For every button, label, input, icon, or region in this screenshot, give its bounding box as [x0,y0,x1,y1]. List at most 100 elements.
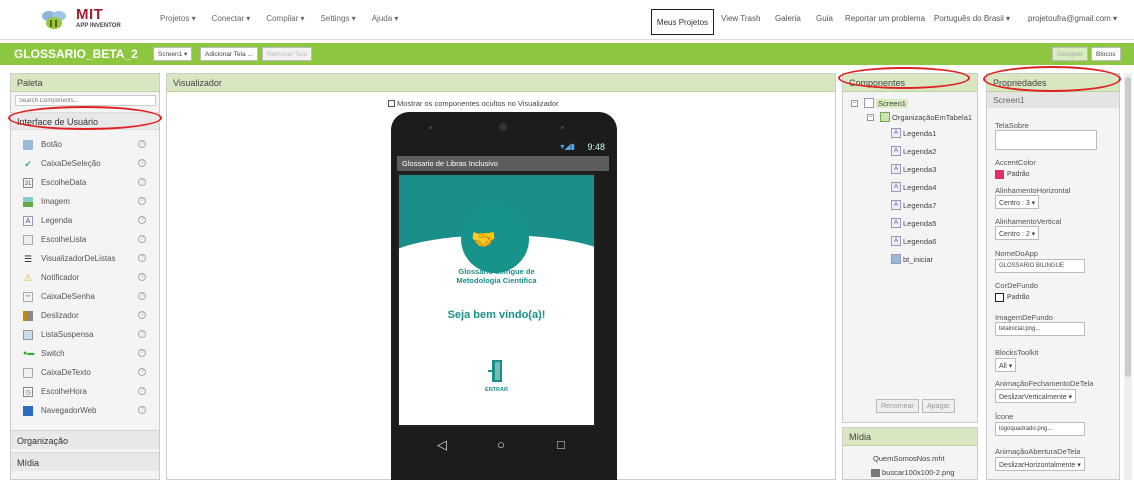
open-animation-select[interactable]: DeslizarHorizontalmente ▾ [995,457,1085,471]
menu-settings[interactable]: Settings ▾ [321,14,356,23]
section-organizacao[interactable]: Organização [11,430,159,449]
close-animation-select[interactable]: DeslizarVerticalmente ▾ [995,389,1077,403]
tree-item-legenda4[interactable]: A Legenda4 [891,182,936,192]
blocks-button[interactable]: Blocos [1091,47,1121,61]
media-file[interactable]: QuemSomosNos.mht [873,454,945,463]
collapse-icon[interactable]: − [851,99,858,107]
page-scrollbar[interactable] [1124,73,1132,480]
help-icon[interactable]: ? [138,406,146,414]
tree-item-legenda2[interactable]: A Legenda2 [891,146,936,156]
app-title-line1: Glossário bilíngue de [458,267,535,276]
link-view-trash[interactable]: View Trash [721,14,760,23]
bg-image-picker[interactable]: telainicial.png... [995,322,1085,336]
app-screen[interactable]: 🤝 Glossário bilíngue de Metodologia Cien… [397,173,596,427]
language-select[interactable]: Português do Brasil ▾ [934,14,1010,23]
help-icon[interactable]: ? [138,159,146,167]
tree-item-legenda1[interactable]: A Legenda1 [891,128,936,138]
help-icon[interactable]: ? [138,368,146,376]
section-midia[interactable]: Mídia [11,452,159,471]
checkbox-icon[interactable] [388,100,395,107]
palette-item-datepicker[interactable]: 31 EscolheData ? [11,174,159,192]
tree-item-legenda7[interactable]: A Legenda7 [891,200,936,210]
account-menu[interactable]: projetoufra@gmail.com ▾ [1028,14,1117,23]
component-search-input[interactable] [15,95,156,106]
palette-item-webviewer[interactable]: NavegadorWeb ? [11,402,159,420]
help-icon[interactable]: ? [138,273,146,281]
blocks-toolkit-select[interactable]: All ▾ [995,358,1017,372]
align-horizontal-select[interactable]: Centro : 3 ▾ [995,195,1040,209]
annotation-ellipse [983,66,1121,92]
my-projects-button[interactable]: Meus Projetos [651,9,714,35]
palette-item-image[interactable]: Imagem ? [11,193,159,211]
help-icon[interactable]: ? [138,140,146,148]
rename-button[interactable]: Renomear [876,399,919,413]
help-icon[interactable]: ? [138,216,146,224]
enter-button-label[interactable]: ENTRAR [399,387,594,393]
help-icon[interactable]: ? [138,197,146,205]
help-icon[interactable]: ? [138,349,146,357]
palette-item-listpicker[interactable]: EscolheLista ? [11,231,159,249]
brand-name: MIT [76,6,104,23]
palette-item-timepicker[interactable]: ◷ EscolheHora ? [11,383,159,401]
help-icon[interactable]: ? [138,254,146,262]
tree-item-bt-iniciar[interactable]: bt_iniciar [891,254,933,264]
menu-projetos[interactable]: Projetos ▾ [160,14,196,23]
show-hidden-checkbox[interactable]: Mostrar os componentes ocultos no Visual… [388,99,559,108]
align-vertical-select[interactable]: Centro : 2 ▾ [995,226,1040,240]
bee-logo-icon [42,11,66,29]
icon-picker[interactable]: logoquadrado.png... [995,422,1085,436]
palette-item-listview[interactable]: ☰ VisualizadorDeListas ? [11,250,159,268]
tree-item-table[interactable]: − OrganizaçãoEmTabela1 [867,112,972,122]
menu-compilar[interactable]: Compilar ▾ [266,14,304,23]
tree-item-legenda6[interactable]: A Legenda6 [891,236,936,246]
help-icon[interactable]: ? [138,330,146,338]
recents-icon[interactable]: □ [557,437,565,452]
sensor-icon [429,126,432,129]
about-screen-textarea[interactable] [995,130,1097,150]
spinner-icon [23,330,33,340]
palette-item-label: EscolheData [41,178,87,187]
palette-item-spinner[interactable]: ListaSuspensa ? [11,326,159,344]
help-icon[interactable]: ? [138,235,146,243]
link-galeria[interactable]: Galeria [775,14,801,23]
app-inventor-logo[interactable]: MIT APP INVENTOR [40,6,130,34]
link-report-problem[interactable]: Reportar um problema [845,14,925,23]
palette-item-button[interactable]: Botão ? [11,136,159,154]
palette-item-slider[interactable]: Deslizador ? [11,307,159,325]
delete-button[interactable]: Apagar [922,399,955,413]
palette-item-switch[interactable]: ●▬ Switch ? [11,345,159,363]
enter-door-icon[interactable] [486,359,506,383]
tree-item-legenda5[interactable]: A Legenda5 [891,218,936,228]
add-screen-button[interactable]: Adicionar Tela ... [200,47,258,61]
label-icon: A [891,164,901,174]
accent-color-picker[interactable]: Padrão [995,167,1030,181]
bg-color-picker[interactable]: Padrão [995,290,1030,304]
prop-label-align-h: AlinhamentoHorizontal [995,186,1071,195]
screen-select[interactable]: Screen1 ▾ [153,47,193,61]
tree-item-legenda3[interactable]: A Legenda3 [891,164,936,174]
help-icon[interactable]: ? [138,178,146,186]
help-icon[interactable]: ? [138,311,146,319]
help-icon[interactable]: ? [138,292,146,300]
media-file[interactable]: buscar100x100-2.png [871,468,955,477]
tree-item-screen1[interactable]: − Screen1 [851,98,908,108]
back-icon[interactable]: ◁ [437,437,447,453]
palette-item-checkbox[interactable]: ✔ CaixaDeSeleção ? [11,155,159,173]
app-name-input[interactable]: GLOSSARIO BILINGUE [995,259,1085,273]
palette-item-textbox[interactable]: CaixaDeTexto ? [11,364,159,382]
palette-item-label[interactable]: A Legenda ? [11,212,159,230]
palette-item-passwordbox[interactable]: ** CaixaDeSenha ? [11,288,159,306]
designer-button[interactable]: Designer [1052,47,1089,61]
collapse-icon[interactable]: − [867,113,874,121]
show-hidden-label: Mostrar os componentes ocultos no Visual… [397,99,559,108]
link-guia[interactable]: Guia [816,14,833,23]
tree-label: bt_iniciar [903,254,934,264]
menu-conectar[interactable]: Conectar ▾ [212,14,251,23]
help-icon[interactable]: ? [138,387,146,395]
image-file-icon [871,468,880,477]
menu-ajuda[interactable]: Ajuda ▾ [372,14,399,23]
remove-screen-button[interactable]: Remover Tela [262,47,312,61]
home-icon[interactable]: ○ [497,437,505,452]
scrollbar-thumb[interactable] [1125,77,1131,377]
palette-item-notifier[interactable]: ⚠ Notificador ? [11,269,159,287]
